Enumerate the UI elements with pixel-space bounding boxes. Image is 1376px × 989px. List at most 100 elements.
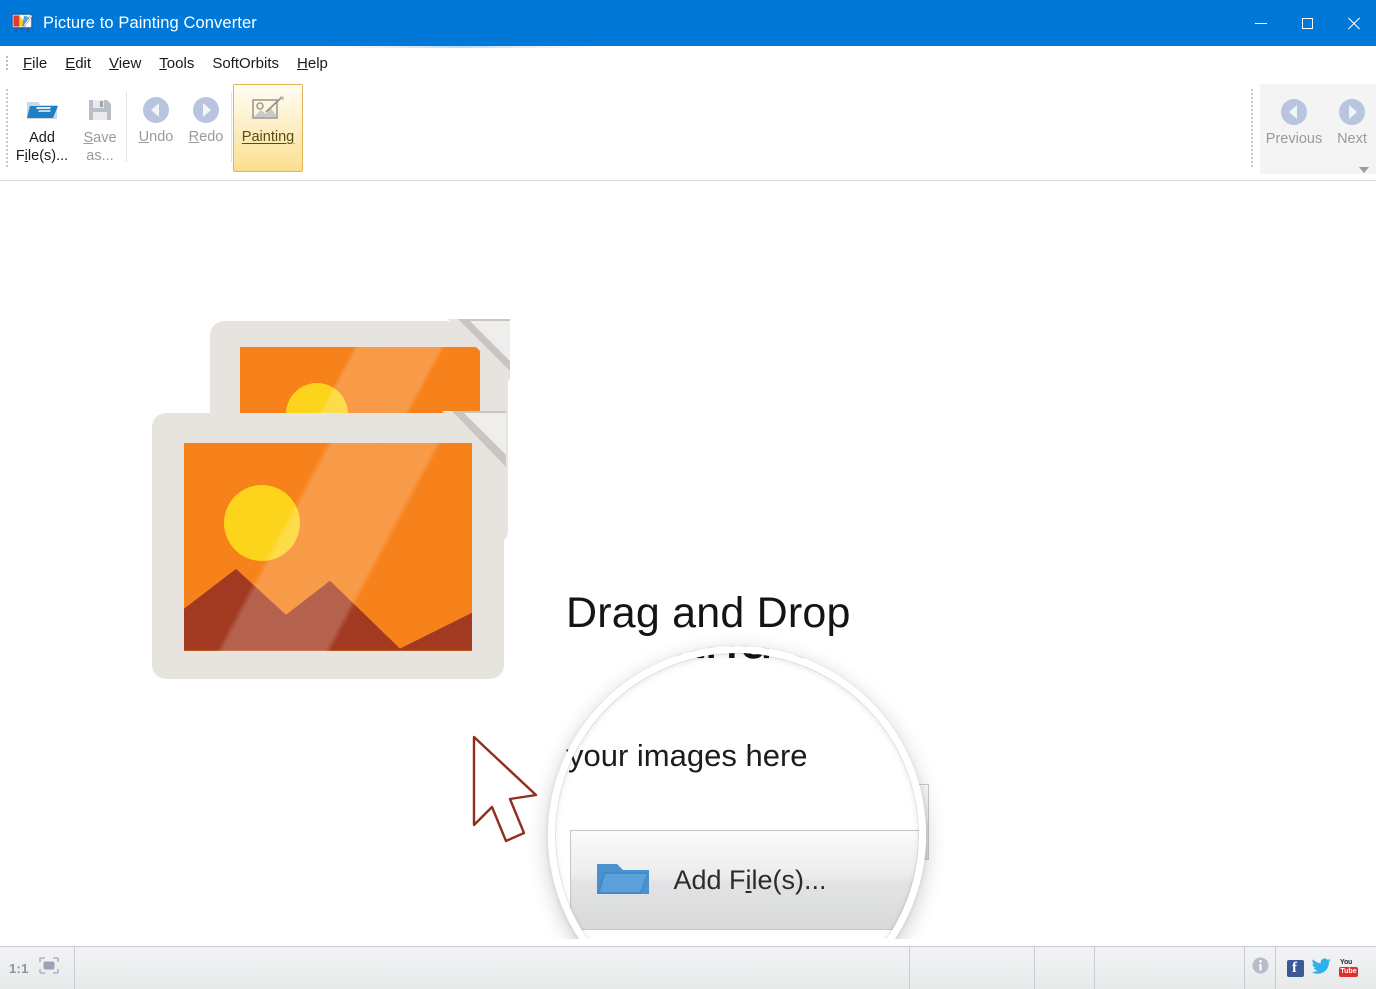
menu-item-help[interactable]: Help (288, 53, 337, 74)
add-files-drop-label: Add File(s)... (571, 865, 926, 896)
painting-brush-icon (251, 91, 285, 129)
open-folder-icon (25, 91, 59, 129)
toolbar-right-overflow-button[interactable] (1356, 162, 1372, 178)
menu-file-rest: ile (32, 55, 47, 72)
undo-rest: ndo (149, 129, 173, 145)
save-as-label-line1: Save (83, 129, 116, 147)
youtube-you-label: You (1340, 959, 1352, 966)
magnifier-content: Drag and Drop your images here Add File(… (548, 646, 926, 939)
magnifier-lens: Drag and Drop your images here Add File(… (548, 646, 926, 939)
menu-file-accel: F (23, 55, 32, 72)
mouse-pointer-icon (466, 733, 556, 863)
menu-edit-rest: dit (75, 55, 91, 72)
left-circle-arrow-icon (1279, 93, 1309, 131)
app-icon (11, 13, 33, 33)
menu-edit-accel: E (65, 55, 75, 72)
menu-item-view[interactable]: View (100, 53, 150, 74)
redo-accel: R (189, 129, 199, 145)
status-bar: 1:1 (0, 946, 1376, 989)
add-files-drop-pre: Add F (673, 865, 745, 895)
add-files-label-line2: File(s)... (16, 147, 68, 165)
twitter-icon[interactable] (1312, 958, 1331, 979)
minimize-button[interactable] (1238, 0, 1284, 46)
save-as-accel: S (83, 130, 93, 146)
menu-grip-handle[interactable] (5, 54, 9, 72)
previous-button[interactable]: Previous (1260, 86, 1328, 174)
photo-front-peel-corner (410, 411, 506, 511)
add-files-drop-post: le(s)... (752, 865, 827, 895)
menu-item-edit[interactable]: Edit (56, 53, 100, 74)
toolbar-group-history: Undo Redo (131, 84, 231, 151)
maximize-button[interactable] (1284, 0, 1330, 46)
menu-view-rest: iew (119, 55, 142, 72)
menu-item-softorbits[interactable]: SoftOrbits (203, 53, 288, 74)
zoom-ratio-label[interactable]: 1:1 (9, 961, 29, 976)
fit-to-window-icon[interactable] (39, 957, 59, 979)
status-zoom-cell: 1:1 (0, 947, 75, 989)
window-title: Picture to Painting Converter (43, 14, 257, 33)
facebook-icon[interactable] (1287, 960, 1304, 977)
menu-item-tools[interactable]: Tools (150, 53, 203, 74)
undo-label: Undo (139, 129, 174, 146)
photo-stack-illustration (152, 321, 552, 671)
close-button[interactable] (1330, 0, 1376, 46)
toolbar-group-file: Add File(s)... (14, 84, 70, 170)
undo-accel: U (139, 129, 149, 145)
chevron-down-icon-right (1357, 165, 1371, 175)
status-cell-1 (910, 947, 1035, 989)
maximize-icon (1302, 18, 1313, 29)
toolbar-group-navigation: Previous Next (1242, 84, 1376, 174)
menu-view-accel: V (109, 55, 119, 72)
undo-button[interactable]: Undo (131, 84, 181, 151)
add-files-drop-button[interactable]: Add File(s)... (570, 830, 926, 930)
menu-softorbits-label: SoftOrbits (212, 55, 279, 72)
photo-back-peel-corner (418, 319, 510, 415)
toolbar-separator-2 (231, 92, 232, 162)
status-message-cell (75, 947, 910, 989)
menu-bar: File Edit View Tools SoftOrbits Help (0, 48, 1376, 78)
redo-arrow-icon (191, 91, 221, 129)
floppy-disk-icon (86, 91, 114, 129)
drop-area[interactable]: Drag and Drop your images here Drag and … (0, 181, 1376, 939)
toolbar-group-save: Save as... (76, 84, 124, 170)
save-as-rest: ave (93, 130, 116, 146)
social-links: You Tube (1276, 947, 1376, 989)
window-controls (1238, 0, 1376, 46)
right-circle-arrow-icon (1337, 93, 1367, 131)
next-button[interactable]: Next (1328, 86, 1376, 174)
save-as-label-line2: as... (86, 147, 113, 165)
title-bar: Picture to Painting Converter (0, 0, 1376, 46)
add-files-button[interactable]: Add File(s)... (14, 84, 70, 170)
minimize-icon (1255, 23, 1267, 24)
menu-help-accel: H (297, 55, 308, 72)
toolbar-separator-1 (126, 92, 127, 162)
menu-tools-rest: ools (167, 55, 195, 72)
redo-button[interactable]: Redo (181, 84, 231, 151)
menu-item-file[interactable]: File (14, 53, 56, 74)
toolbar: Add File(s)... Save as... (0, 80, 1376, 181)
add-files-l2-post: le(s)... (28, 148, 68, 164)
painting-label: Painting (242, 129, 294, 146)
menu-help-rest: elp (308, 55, 328, 72)
application-window: Picture to Painting Converter File Edit … (0, 0, 1376, 988)
status-cell-2 (1035, 947, 1095, 989)
save-as-button[interactable]: Save as... (76, 84, 124, 170)
photo-front-mountains (184, 505, 472, 651)
close-icon (1347, 17, 1360, 30)
add-files-label-line1: Add (29, 129, 55, 147)
undo-arrow-icon (141, 91, 171, 129)
toolbar-grip-handle[interactable] (5, 88, 9, 168)
magnified-drop-subtitle: your images here (568, 738, 808, 774)
toolbar-right-grip-handle[interactable] (1250, 88, 1254, 168)
info-icon (1252, 957, 1269, 979)
magnified-drop-title: Drag and Drop (548, 646, 925, 673)
menu-tools-accel: T (159, 55, 167, 72)
youtube-tube-label: Tube (1339, 967, 1358, 977)
next-label: Next (1337, 131, 1367, 148)
info-button[interactable] (1245, 947, 1276, 989)
youtube-icon[interactable]: You Tube (1339, 959, 1358, 977)
status-cell-3 (1095, 947, 1245, 989)
painting-button[interactable]: Painting (233, 84, 303, 172)
add-files-l2-pre: F (16, 148, 25, 164)
previous-label: Previous (1266, 131, 1322, 148)
